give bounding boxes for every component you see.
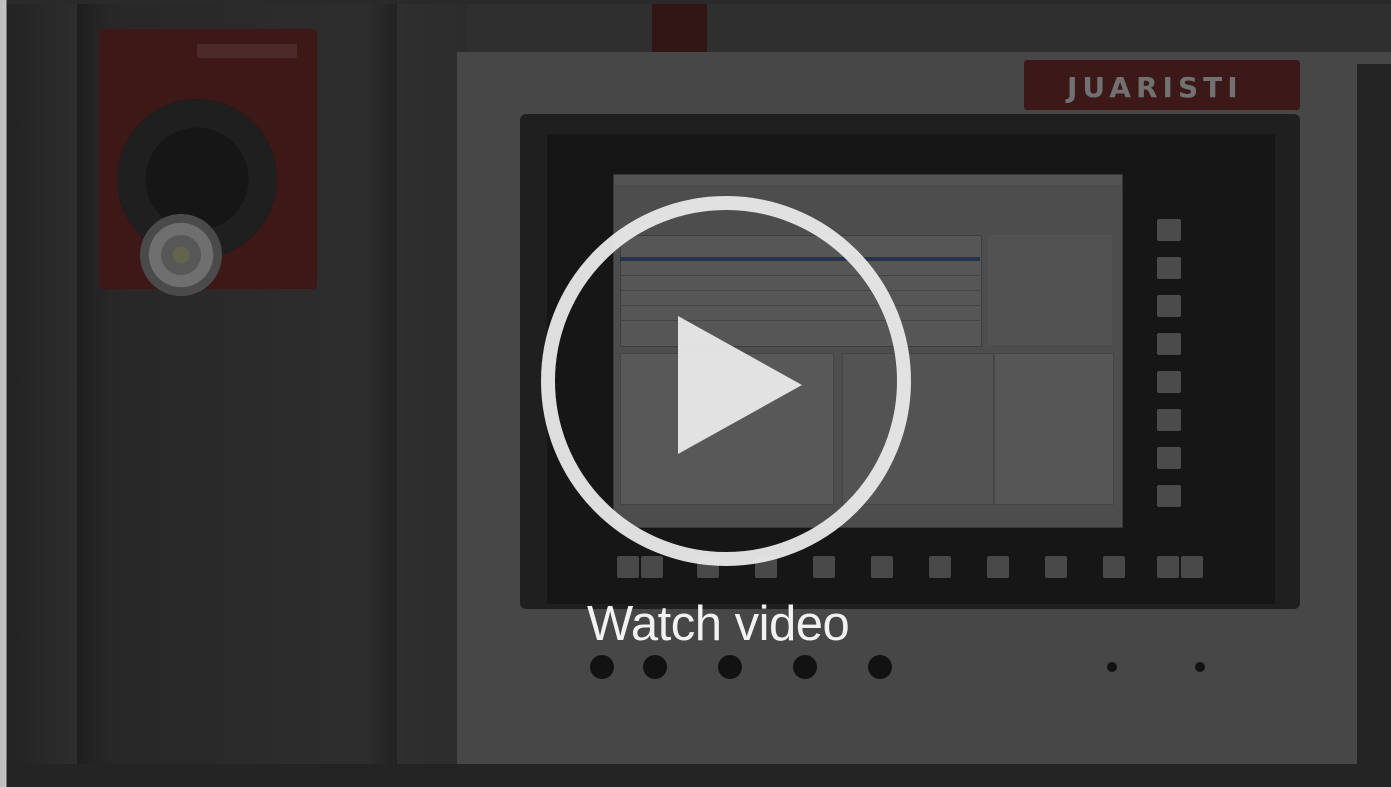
video-poster-image: JUARISTI Watch video [7,4,1391,787]
play-icon [678,316,802,454]
video-thumbnail-frame: JUARISTI Watch video [0,0,1391,787]
watch-video-label[interactable]: Watch video [587,596,850,652]
play-video-button[interactable] [541,196,911,566]
